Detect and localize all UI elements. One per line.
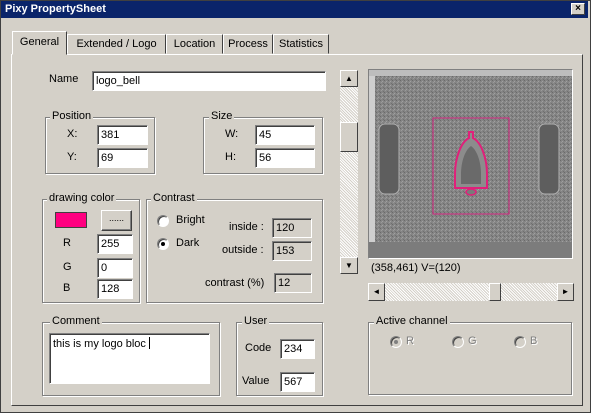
preview-status-text: (358,461) V=(120) [371,262,461,274]
color-r-label: R [63,237,71,249]
user-group-title: User [242,315,270,327]
dark-label: Dark [176,237,200,249]
active-channel-group-title: Active channel [374,315,450,327]
channel-b-label: B [530,335,538,347]
color-picker-button[interactable]: ...... [101,210,132,231]
value-label: Value [242,375,270,387]
arrow-down-icon: ▼ [345,261,353,270]
drawing-color-group-title: drawing color [47,192,117,204]
scroll-left-button[interactable]: ◄ [368,283,385,301]
color-b-label: B [63,282,71,294]
color-b-field[interactable]: 128 [97,279,133,299]
horizontal-scrollbar[interactable]: ◄ ► [368,283,574,301]
scroll-right-button[interactable]: ► [557,283,574,301]
scroll-down-button[interactable]: ▼ [340,257,358,274]
bright-label: Bright [176,214,205,226]
preview-bottom-band [369,242,572,258]
color-picker-label: ...... [108,213,124,223]
code-label: Code [245,342,272,354]
channel-r-radio[interactable] [390,336,402,348]
contrast-percent-field: 12 [274,273,312,293]
value-field[interactable]: 567 [280,372,315,392]
channel-g-radio[interactable] [452,336,464,348]
comment-text: this is my logo bloc [53,338,146,350]
contrast-percent-label: contrast (%) [205,277,265,289]
arrow-left-icon: ◄ [372,287,381,296]
inside-label: inside : [229,221,264,233]
comment-textarea[interactable]: this is my logo bloc [49,333,210,384]
inside-value-field: 120 [272,218,312,238]
comment-group-title: Comment [50,315,102,327]
position-y-field[interactable]: 69 [97,148,148,168]
outside-label: outside : [222,244,264,256]
position-x-field[interactable]: 381 [97,125,148,145]
channel-r-label: R [406,335,414,347]
preview-top-edge [369,70,572,76]
bell-clapper [465,188,477,196]
scroll-up-button[interactable]: ▲ [340,70,358,87]
active-channel-group [368,322,572,395]
channel-g-label: G [468,335,477,347]
bright-radio[interactable] [157,215,169,227]
vertical-scroll-thumb[interactable] [340,122,358,152]
preview-image[interactable] [368,69,573,259]
left-logo-fragment [378,123,400,195]
position-group-title: Position [50,110,94,122]
size-w-field[interactable]: 45 [255,125,315,145]
preview-canvas [369,70,572,258]
preview-edge [369,70,375,258]
code-field[interactable]: 234 [280,339,315,359]
color-g-label: G [63,261,72,273]
outside-value-field: 153 [272,241,312,261]
color-r-field[interactable]: 255 [97,234,133,254]
horizontal-scroll-thumb[interactable] [489,283,501,301]
arrow-right-icon: ► [561,287,570,296]
name-field[interactable]: logo_bell [92,71,326,91]
right-logo-fragment [538,123,560,195]
channel-b-radio[interactable] [514,336,526,348]
position-x-label: X: [67,128,78,140]
arrow-up-icon: ▲ [345,74,353,83]
position-y-label: Y: [67,151,77,163]
size-group-title: Size [209,110,235,122]
size-h-field[interactable]: 56 [255,148,315,168]
size-w-label: W: [225,128,239,140]
color-g-field[interactable]: 0 [97,258,133,278]
name-label: Name [49,73,79,85]
contrast-group-title: Contrast [151,192,197,204]
color-swatch [55,212,87,228]
size-h-label: H: [225,151,236,163]
vertical-scrollbar[interactable]: ▲ ▼ [340,70,358,274]
text-cursor [148,337,150,349]
dark-radio[interactable] [157,238,169,250]
